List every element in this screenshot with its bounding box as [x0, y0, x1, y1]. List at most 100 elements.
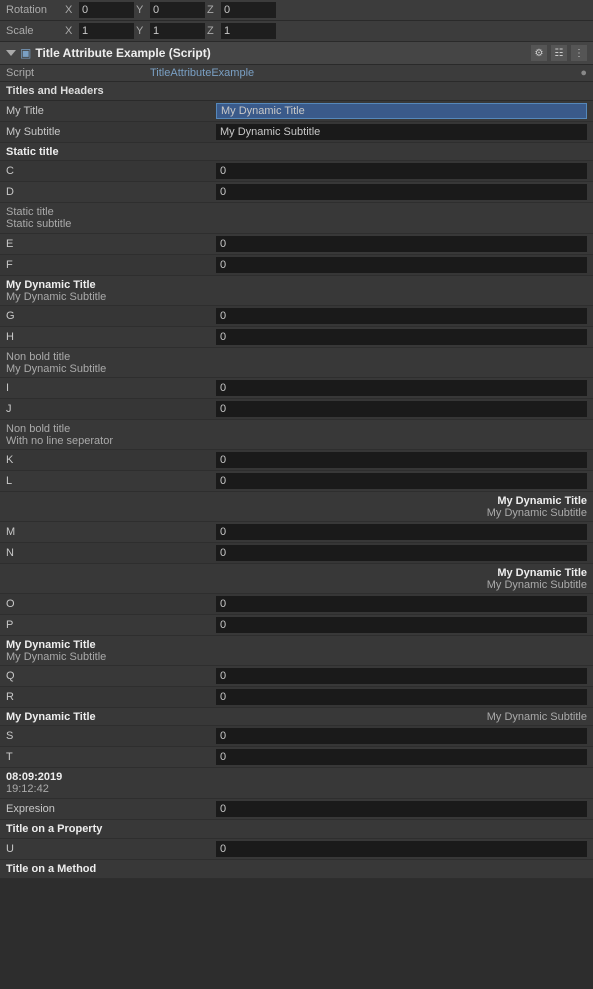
- t-label: T: [6, 751, 216, 763]
- right-title1-text: My Dynamic Title: [6, 495, 587, 507]
- e-label: E: [6, 238, 216, 250]
- my-title-input[interactable]: [216, 103, 587, 119]
- center-title1-text: My Dynamic Title: [6, 567, 587, 579]
- dyn-title1-text: My Dynamic Title: [6, 279, 587, 291]
- rotation-x-input[interactable]: [79, 2, 134, 18]
- nonbold-title2-block: Non bold title With no line seperator: [0, 420, 593, 450]
- u-label: U: [6, 843, 216, 855]
- h-input[interactable]: [216, 329, 587, 345]
- nonbold-title2-text: Non bold title: [6, 423, 587, 435]
- s-label: S: [6, 730, 216, 742]
- rotation-row: Rotation X Y Z: [0, 0, 593, 21]
- m-row: M: [0, 522, 593, 543]
- collapse-triangle-icon[interactable]: [6, 50, 16, 56]
- o-input[interactable]: [216, 596, 587, 612]
- right-title1-block: My Dynamic Title My Dynamic Subtitle: [0, 492, 593, 522]
- p-input[interactable]: [216, 617, 587, 633]
- s-input[interactable]: [216, 728, 587, 744]
- o-label: O: [6, 598, 216, 610]
- component-header: ▣ Title Attribute Example (Script) ⚙ ☷ ⋮: [0, 42, 593, 65]
- e-input[interactable]: [216, 236, 587, 252]
- u-input[interactable]: [216, 841, 587, 857]
- dyn-sub2-text: My Dynamic Subtitle: [6, 651, 587, 663]
- static-title2-text: Static title: [6, 206, 587, 218]
- m-label: M: [6, 526, 216, 538]
- nonbold-title1-block: Non bold title My Dynamic Subtitle: [0, 348, 593, 378]
- k-input[interactable]: [216, 452, 587, 468]
- q-input[interactable]: [216, 668, 587, 684]
- dyn-title2-block: My Dynamic Title My Dynamic Subtitle: [0, 636, 593, 666]
- k-row: K: [0, 450, 593, 471]
- f-input[interactable]: [216, 257, 587, 273]
- my-subtitle-row: My Subtitle: [0, 122, 593, 143]
- q-label: Q: [6, 670, 216, 682]
- rotation-x-label: X: [65, 4, 77, 16]
- component-settings-icon[interactable]: ⚙: [531, 45, 547, 61]
- scale-label: Scale: [6, 25, 61, 37]
- script-lock-icon: ●: [580, 67, 587, 79]
- expresion-label: Expresion: [6, 803, 216, 815]
- nonbold-sub1-text: My Dynamic Subtitle: [6, 363, 587, 375]
- rotation-z-input[interactable]: [221, 2, 276, 18]
- r-row: R: [0, 687, 593, 708]
- my-title-row: My Title: [0, 101, 593, 122]
- rotation-xyz: X Y Z: [65, 2, 587, 18]
- dyn-title2-text: My Dynamic Title: [6, 639, 587, 651]
- scale-x-input[interactable]: [79, 23, 134, 39]
- p-label: P: [6, 619, 216, 631]
- static-subtitle2-text: Static subtitle: [6, 218, 587, 230]
- rotation-y-label: Y: [136, 4, 148, 16]
- g-input[interactable]: [216, 308, 587, 324]
- my-subtitle-input[interactable]: [216, 124, 587, 140]
- right-sub1-text: My Dynamic Subtitle: [6, 507, 587, 519]
- scale-z-input[interactable]: [221, 23, 276, 39]
- m-input[interactable]: [216, 524, 587, 540]
- component-menu-icon[interactable]: ⋮: [571, 45, 587, 61]
- u-row: U: [0, 839, 593, 860]
- static-title-subtitle-block: Static title Static subtitle: [0, 203, 593, 234]
- c-input[interactable]: [216, 163, 587, 179]
- rotation-z-label: Z: [207, 4, 219, 16]
- k-label: K: [6, 454, 216, 466]
- script-label: Script: [6, 67, 146, 79]
- script-row: Script TitleAttributeExample ●: [0, 65, 593, 82]
- g-label: G: [6, 310, 216, 322]
- j-input[interactable]: [216, 401, 587, 417]
- i-input[interactable]: [216, 380, 587, 396]
- component-layout-icon[interactable]: ☷: [551, 45, 567, 61]
- rotation-y-input[interactable]: [150, 2, 205, 18]
- q-row: Q: [0, 666, 593, 687]
- d-input[interactable]: [216, 184, 587, 200]
- t-input[interactable]: [216, 749, 587, 765]
- component-script-icon: ▣: [20, 46, 31, 60]
- title-on-property-text: Title on a Property: [6, 823, 102, 835]
- scale-y-label: Y: [136, 25, 148, 37]
- s-row: S: [0, 726, 593, 747]
- center-title1-block: My Dynamic Title My Dynamic Subtitle: [0, 564, 593, 594]
- g-row: G: [0, 306, 593, 327]
- r-input[interactable]: [216, 689, 587, 705]
- expresion-input[interactable]: [216, 801, 587, 817]
- nonbold-title1-text: Non bold title: [6, 351, 587, 363]
- e-row: E: [0, 234, 593, 255]
- d-label: D: [6, 186, 216, 198]
- title-on-method-section: Title on a Method: [0, 860, 593, 879]
- title-on-method-text: Title on a Method: [6, 863, 96, 875]
- date-sub-text: 19:12:42: [6, 783, 587, 795]
- f-row: F: [0, 255, 593, 276]
- date-main-text: 08:09:2019: [6, 771, 587, 783]
- scale-y-input[interactable]: [150, 23, 205, 39]
- static-title-header-text: Static title: [6, 146, 587, 158]
- o-row: O: [0, 594, 593, 615]
- scale-x-label: X: [65, 25, 77, 37]
- n-input[interactable]: [216, 545, 587, 561]
- title-on-property-section: Title on a Property: [0, 820, 593, 839]
- h-row: H: [0, 327, 593, 348]
- p-row: P: [0, 615, 593, 636]
- h-label: H: [6, 331, 216, 343]
- i-row: I: [0, 378, 593, 399]
- c-row: C: [0, 161, 593, 182]
- n-label: N: [6, 547, 216, 559]
- l-input[interactable]: [216, 473, 587, 489]
- scale-row: Scale X Y Z: [0, 21, 593, 42]
